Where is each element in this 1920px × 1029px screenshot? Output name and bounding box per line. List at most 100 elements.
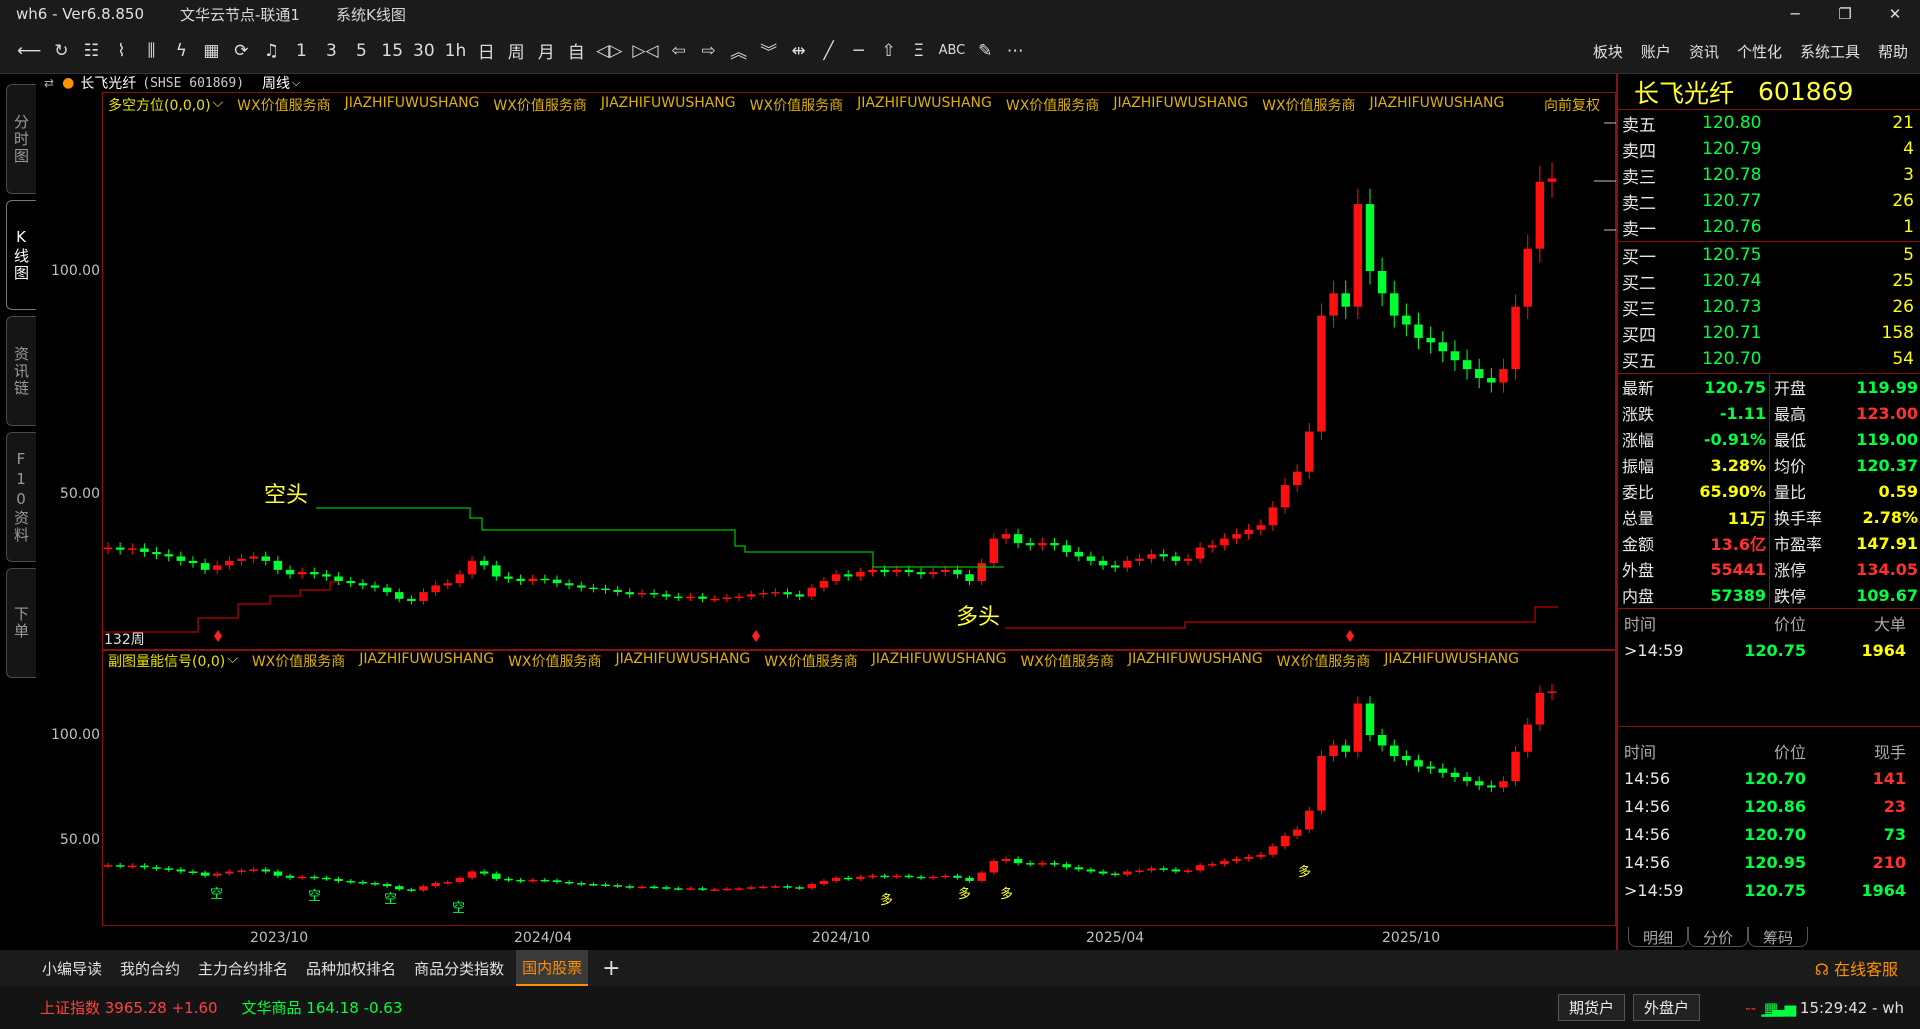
candle-body — [1256, 854, 1266, 857]
candle-body — [225, 871, 234, 874]
tab-category-index[interactable]: 商品分类指数 — [408, 950, 510, 986]
tick-row[interactable]: 14:56 120.95 210 — [1618, 848, 1918, 876]
candle-body — [358, 882, 368, 884]
candle-body — [831, 574, 841, 581]
tab-contracts[interactable]: 我的合约 — [114, 950, 186, 986]
candle-body — [200, 872, 210, 876]
candle-body — [443, 583, 453, 586]
candle-body — [965, 574, 974, 581]
candle-body — [783, 592, 792, 595]
candle-body — [273, 871, 283, 876]
candle-body — [1268, 507, 1278, 526]
candle-body — [1462, 360, 1472, 370]
candle-body — [1086, 869, 1096, 872]
candle-body — [237, 870, 246, 872]
stat-cell: 振幅 3.28% — [1618, 452, 1769, 478]
candle-body — [552, 880, 562, 882]
ask-vol: 1 — [1903, 217, 1914, 237]
tick-row[interactable]: >14:59 120.75 1964 — [1618, 876, 1918, 904]
candle-body — [1292, 829, 1302, 836]
stat-value: 120.37 — [1856, 455, 1918, 475]
bid-row[interactable]: 买三 120.73 26 — [1618, 294, 1920, 320]
candle-body — [140, 865, 149, 868]
candle-body — [771, 592, 780, 594]
status-bar: 上证指数 3965.28 +1.60 文华商品 164.18 -0.63 期货户… — [0, 986, 1920, 1029]
ask-price: 120.80 — [1702, 113, 1762, 133]
bid-row[interactable]: 买二 120.74 25 — [1618, 268, 1920, 294]
stat-cell: 均价 120.37 — [1770, 452, 1920, 478]
ask-row[interactable]: 卖一 120.76 1 — [1618, 214, 1920, 240]
index-wh[interactable]: 文华商品 164.18 -0.63 — [242, 997, 403, 1018]
candle-body — [795, 594, 804, 597]
candle-body — [1365, 703, 1375, 735]
candle-body — [164, 554, 173, 557]
candle-body — [613, 589, 622, 593]
stat-value: 55441 — [1710, 559, 1766, 579]
candle-body — [941, 569, 950, 573]
stat-value: 0.59 — [1878, 481, 1918, 501]
candle-body — [1474, 781, 1484, 786]
candle-body — [504, 576, 513, 579]
candle-body — [1220, 538, 1229, 546]
stat-label: 最低 — [1774, 431, 1807, 450]
candle-body — [880, 569, 889, 573]
ask-label: 卖五 — [1622, 115, 1656, 136]
tab-guide[interactable]: 小编导读 — [36, 950, 108, 986]
candle-body — [1341, 293, 1350, 307]
candle-body — [1147, 868, 1156, 871]
candle-body — [1086, 556, 1096, 561]
tick-row[interactable]: 14:56 120.70 141 — [1618, 764, 1918, 792]
candle-body — [346, 580, 355, 584]
ask-row[interactable]: 卖二 120.77 26 — [1618, 188, 1920, 214]
candle-body — [783, 886, 792, 888]
candle-body — [407, 598, 416, 602]
tab-main-rank[interactable]: 主力合约排名 — [192, 950, 294, 986]
candle-body — [722, 597, 732, 599]
quote-header: 长飞光纤 601869 — [1618, 74, 1920, 110]
candle-body — [564, 882, 574, 884]
online-service-button[interactable]: ☊ 在线客服 — [1815, 956, 1898, 980]
tab-domestic-stock[interactable]: 国内股票 — [516, 950, 589, 986]
candle-body — [856, 572, 865, 577]
candle-body — [637, 886, 647, 889]
candle-body — [1074, 551, 1084, 557]
ask-row[interactable]: 卖四 120.79 4 — [1618, 136, 1920, 162]
candle-body — [1292, 471, 1302, 486]
foreign-account-button[interactable]: 外盘户 — [1632, 994, 1700, 1021]
tab-detail[interactable]: 明细 — [1628, 927, 1689, 947]
clock: 15:29:42 - wh — [1799, 998, 1904, 1017]
bid-row[interactable]: 买五 120.70 54 — [1618, 346, 1920, 372]
tick-row[interactable]: 14:56 120.70 73 — [1618, 820, 1918, 848]
candle-body — [1426, 337, 1435, 343]
add-tab-icon[interactable]: + — [602, 956, 620, 981]
candle-body — [746, 594, 756, 597]
stat-value: 147.91 — [1856, 533, 1918, 553]
tick-row[interactable]: 14:56 120.86 23 — [1618, 792, 1918, 820]
ask-row[interactable]: 卖三 120.78 3 — [1618, 162, 1920, 188]
tab-weighted-rank[interactable]: 品种加权排名 — [300, 950, 402, 986]
candle-body — [188, 560, 198, 564]
futures-account-button[interactable]: 期货户 — [1557, 994, 1625, 1021]
candle-body — [698, 888, 707, 890]
candle-body — [152, 867, 161, 869]
bid-row[interactable]: 买一 120.75 5 — [1618, 242, 1920, 268]
candle-body — [394, 592, 404, 599]
stat-label: 量比 — [1774, 483, 1807, 502]
bigorder-row[interactable]: >14:59 120.75 1964 — [1618, 636, 1918, 664]
duo-signal: 多 — [958, 886, 971, 901]
quote-stock-name: 长飞光纤 — [1634, 78, 1735, 108]
candle-body — [334, 576, 343, 581]
candle-body — [807, 587, 817, 597]
candle-body — [322, 877, 331, 880]
candle-body — [237, 558, 246, 561]
kong-signal: 空 — [210, 886, 223, 901]
tab-chips[interactable]: 筹码 — [1748, 927, 1809, 947]
candle-body — [310, 876, 319, 879]
candle-body — [346, 880, 355, 883]
headset-icon: ☊ — [1814, 960, 1834, 979]
ask-row[interactable]: 卖五 120.80 21 — [1618, 110, 1920, 136]
bid-row[interactable]: 买四 120.71 158 — [1618, 320, 1920, 346]
tab-price[interactable]: 分价 — [1688, 927, 1749, 947]
candle-body — [540, 578, 550, 581]
index-sh[interactable]: 上证指数 3965.28 +1.60 — [40, 997, 218, 1018]
